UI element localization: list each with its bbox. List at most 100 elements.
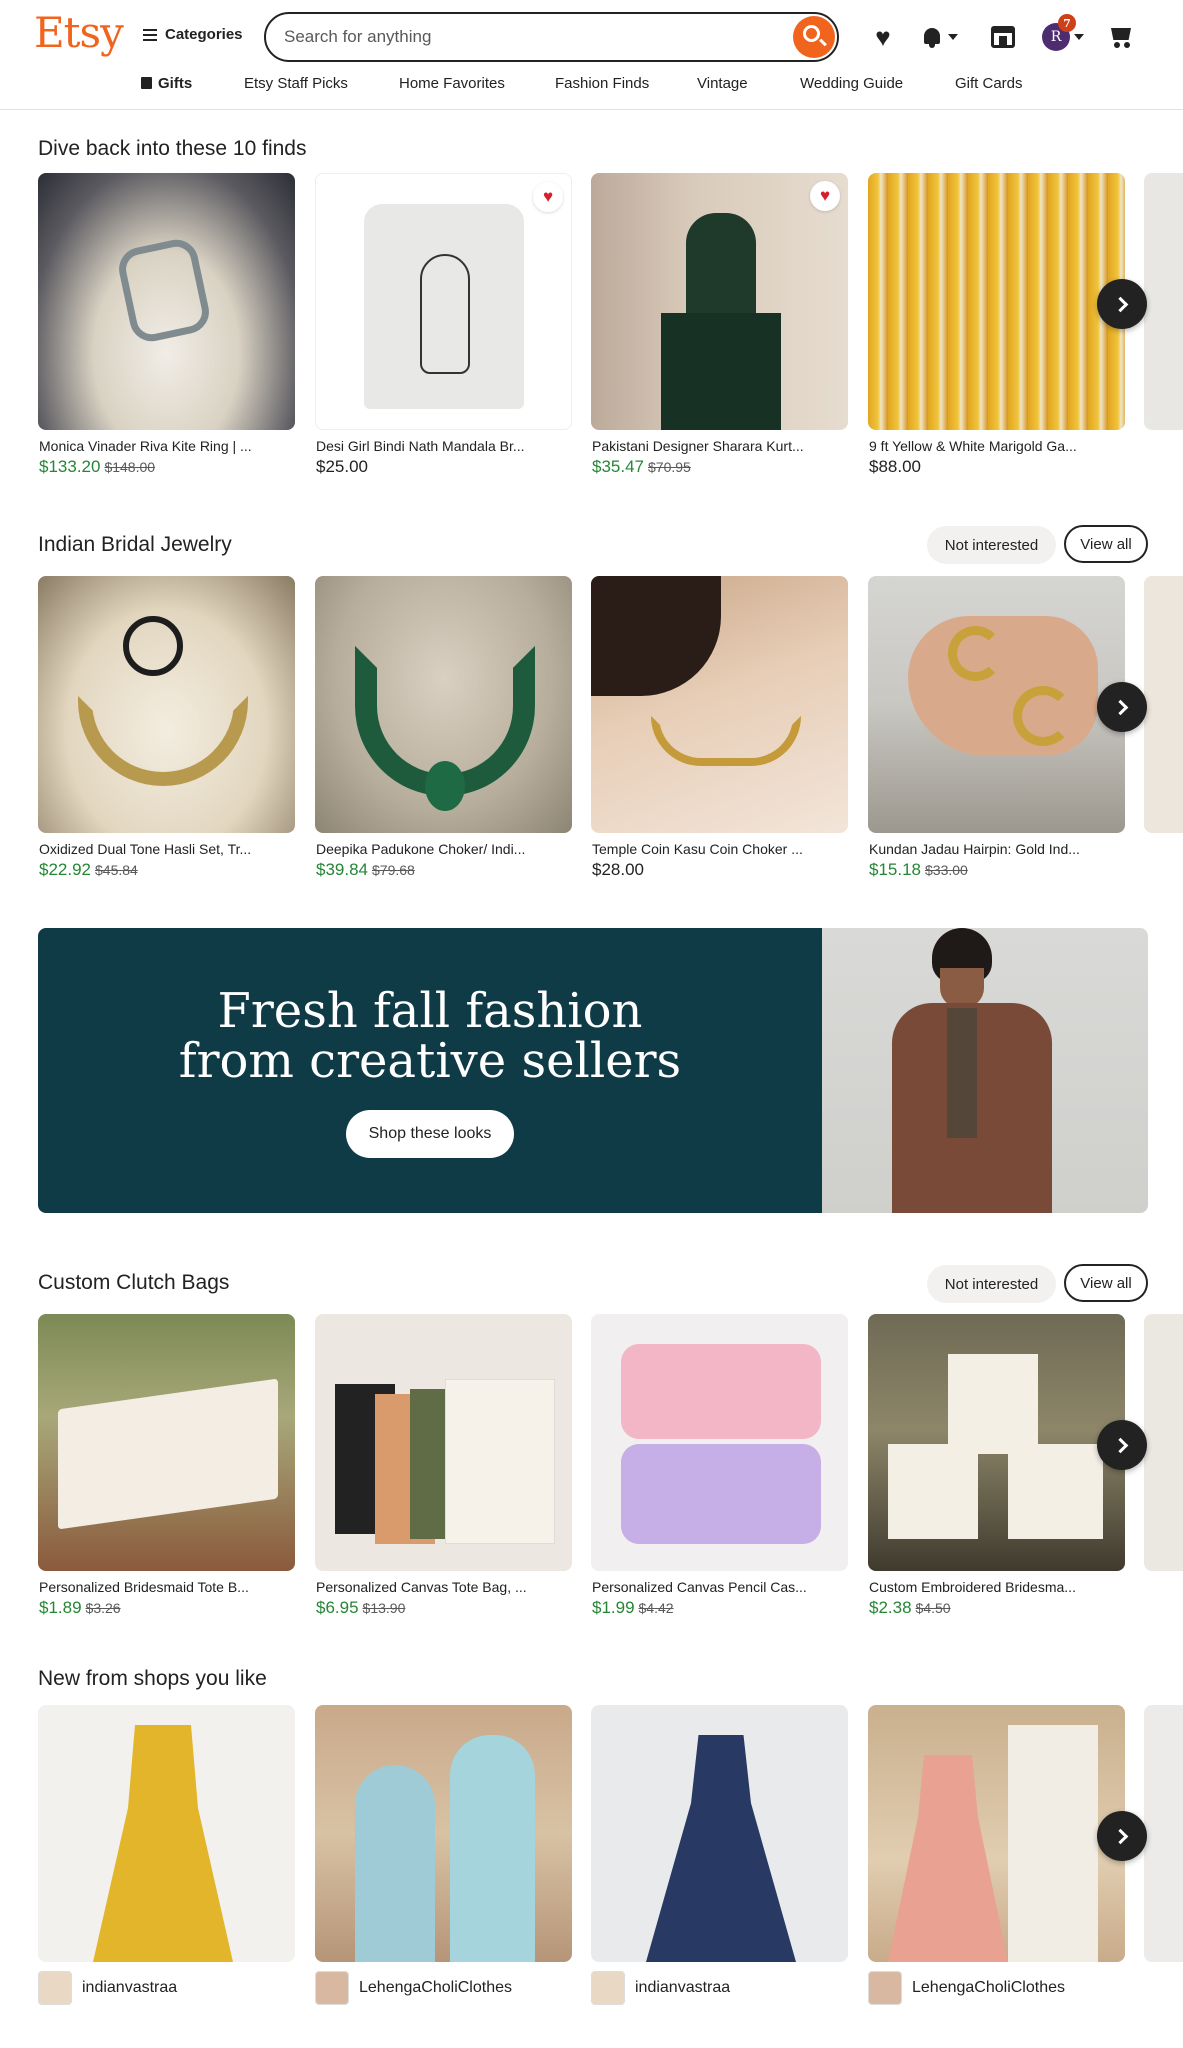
promo-banner[interactable]: Fresh fall fashion from creative sellers… [38, 928, 1148, 1213]
search-bar [264, 12, 839, 62]
avatar: R 7 [1042, 14, 1076, 51]
original-price: $4.42 [638, 1600, 674, 1616]
account-button[interactable]: R 7 [1040, 14, 1086, 52]
product-title[interactable]: Custom Embroidered Bridesma... [869, 1579, 1109, 1595]
shop-link[interactable]: LehengaCholiClothes [315, 1971, 512, 2005]
favorites-button[interactable]: ♥ [868, 22, 898, 52]
product-title[interactable]: Monica Vinader Riva Kite Ring | ... [39, 438, 279, 454]
product-title[interactable]: Personalized Canvas Pencil Cas... [592, 1579, 832, 1595]
nav-gift-cards[interactable]: Gift Cards [955, 75, 1023, 92]
product-image[interactable] [315, 1314, 572, 1571]
product-image[interactable] [38, 1705, 295, 1962]
shop-avatar [591, 1971, 625, 2005]
category-nav: Gifts Etsy Staff Picks Home Favorites Fa… [0, 75, 1183, 97]
not-interested-button[interactable]: Not interested [927, 526, 1056, 564]
shop-avatar [38, 1971, 72, 2005]
original-price: $3.26 [85, 1600, 121, 1616]
product-image[interactable] [38, 1314, 295, 1571]
carousel-next-button[interactable] [1097, 279, 1147, 329]
product-title[interactable]: Personalized Canvas Tote Bag, ... [316, 1579, 556, 1595]
avatar-initial: R [1050, 29, 1062, 45]
sale-price: $35.47 [592, 457, 644, 476]
product-image[interactable] [315, 1705, 572, 1962]
your-shop-button[interactable] [988, 22, 1018, 52]
chevron-right-icon [1112, 1828, 1128, 1844]
banner-headline-line1: Fresh fall fashion [217, 983, 643, 1039]
nav-etsy-staff-picks[interactable]: Etsy Staff Picks [244, 75, 348, 92]
product-title[interactable]: Deepika Padukone Choker/ Indi... [316, 841, 556, 857]
carousel-next-button[interactable] [1097, 1811, 1147, 1861]
original-price: $70.95 [648, 459, 691, 475]
chevron-down-icon [948, 34, 958, 40]
product-image[interactable] [38, 576, 295, 833]
cart-button[interactable] [1106, 22, 1136, 52]
shop-avatar [315, 1971, 349, 2005]
original-price: $33.00 [925, 862, 968, 878]
product-image[interactable] [591, 1705, 848, 1962]
shop-link[interactable]: indianvastraa [591, 1971, 730, 2005]
sale-price: $15.18 [869, 860, 921, 879]
product-image[interactable] [868, 1314, 1125, 1571]
nav-wedding-guide[interactable]: Wedding Guide [800, 75, 903, 92]
bell-icon [922, 26, 944, 48]
shop-name: LehengaCholiClothes [912, 1979, 1065, 1996]
product-image[interactable] [591, 1314, 848, 1571]
etsy-logo[interactable]: Etsy [34, 8, 124, 57]
section-title-clutch: Custom Clutch Bags [38, 1271, 230, 1294]
carousel-next-button[interactable] [1097, 682, 1147, 732]
categories-label: Categories [165, 26, 243, 43]
product-image[interactable] [868, 576, 1125, 833]
chevron-right-icon [1112, 1437, 1128, 1453]
product-title[interactable]: Desi Girl Bindi Nath Mandala Br... [316, 438, 556, 454]
product-title[interactable]: Oxidized Dual Tone Hasli Set, Tr... [39, 841, 279, 857]
product-price: $1.89 $3.26 [39, 1598, 121, 1618]
shop-these-looks-button[interactable]: Shop these looks [346, 1110, 514, 1158]
nav-fashion-finds[interactable]: Fashion Finds [555, 75, 649, 92]
original-price: $79.68 [372, 862, 415, 878]
next-product-peek [1144, 576, 1183, 833]
sale-price: $133.20 [39, 457, 101, 476]
product-image[interactable] [868, 1705, 1125, 1962]
product-image[interactable] [868, 173, 1125, 430]
section-title-bridal: Indian Bridal Jewelry [38, 533, 232, 556]
shop-link[interactable]: indianvastraa [38, 1971, 177, 2005]
nav-gifts[interactable]: Gifts [141, 75, 192, 92]
view-all-button[interactable]: View all [1064, 525, 1148, 563]
original-price: $4.50 [915, 1600, 951, 1616]
search-input[interactable] [284, 25, 784, 49]
chevron-down-icon [1074, 34, 1084, 40]
carousel-next-button[interactable] [1097, 1420, 1147, 1470]
nav-home-favorites[interactable]: Home Favorites [399, 75, 505, 92]
gift-icon [141, 77, 152, 89]
shop-name: LehengaCholiClothes [359, 1979, 512, 1996]
notification-badge: 7 [1058, 14, 1076, 32]
categories-button[interactable]: Categories [143, 26, 243, 43]
product-price: $88.00 [869, 457, 921, 477]
product-image[interactable]: ♥ [315, 173, 572, 430]
product-title[interactable]: Personalized Bridesmaid Tote B... [39, 1579, 279, 1595]
product-title[interactable]: 9 ft Yellow & White Marigold Ga... [869, 438, 1109, 454]
notifications-button[interactable] [918, 22, 962, 52]
product-image[interactable] [315, 576, 572, 833]
product-image[interactable] [591, 576, 848, 833]
search-button[interactable] [793, 16, 835, 58]
shop-link[interactable]: LehengaCholiClothes [868, 1971, 1065, 2005]
nav-vintage[interactable]: Vintage [697, 75, 748, 92]
product-title[interactable]: Kundan Jadau Hairpin: Gold Ind... [869, 841, 1109, 857]
product-image[interactable]: ♥ [591, 173, 848, 430]
favorite-button[interactable]: ♥ [533, 182, 563, 212]
top-bar: Etsy Categories ♥ R 7 [0, 0, 1183, 75]
sale-price: $39.84 [316, 860, 368, 879]
product-title[interactable]: Pakistani Designer Sharara Kurt... [592, 438, 832, 454]
product-image[interactable] [38, 173, 295, 430]
view-all-button[interactable]: View all [1064, 1264, 1148, 1302]
not-interested-button[interactable]: Not interested [927, 1265, 1056, 1303]
product-price: $2.38 $4.50 [869, 1598, 951, 1618]
favorite-button[interactable]: ♥ [810, 181, 840, 211]
banner-headline-line2: from creative sellers [178, 1033, 682, 1089]
nav-gifts-label: Gifts [158, 75, 193, 92]
price-value: $28.00 [592, 860, 644, 879]
site-header: Etsy Categories ♥ R 7 [0, 0, 1183, 110]
original-price: $45.84 [95, 862, 138, 878]
product-title[interactable]: Temple Coin Kasu Coin Choker ... [592, 841, 832, 857]
